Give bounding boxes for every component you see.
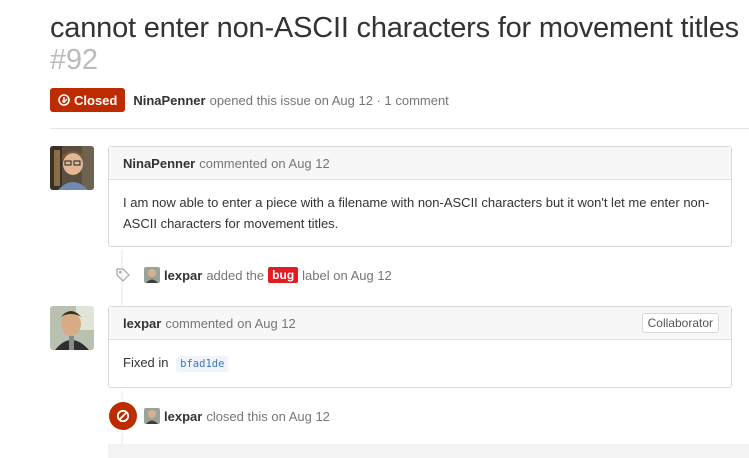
event-text: added the — [206, 267, 265, 283]
event-text: label on Aug 12 — [302, 267, 392, 283]
avatar[interactable] — [144, 267, 160, 283]
comment-header: NinaPenner commented on Aug 12 — [109, 147, 731, 180]
state-label: Closed — [74, 92, 118, 108]
comment-action: commented — [165, 315, 234, 331]
event-actor-link[interactable]: lexpar — [164, 409, 202, 424]
comment-action: commented — [199, 155, 268, 171]
timeline-event-closed: lexpar closed this on Aug 12 — [108, 402, 330, 430]
issue-title: cannot enter non-ASCII characters for mo… — [50, 12, 740, 76]
timeline-footer — [108, 444, 749, 458]
comment-date-link[interactable]: on Aug 12 — [237, 316, 296, 331]
issue-meta-text: opened this issue on Aug 12 · 1 comment — [209, 92, 449, 108]
comment-header: lexpar commented on Aug 12 Collaborator — [109, 307, 731, 340]
event-text: closed this on Aug 12 — [206, 408, 330, 424]
comment-body: Fixed in bfad1de — [109, 340, 731, 387]
bug-label[interactable]: bug — [268, 267, 299, 283]
issue-closed-icon — [58, 94, 70, 106]
comment: NinaPenner commented on Aug 12 I am now … — [108, 146, 732, 247]
avatar[interactable] — [50, 306, 94, 350]
comment-date-link[interactable]: on Aug 12 — [271, 156, 330, 171]
commit-link[interactable]: bfad1de — [176, 356, 229, 372]
comment-body: I am now able to enter a piece with a fi… — [123, 195, 710, 231]
header-divider — [50, 128, 749, 129]
state-badge: Closed — [50, 88, 126, 112]
comment-author-link[interactable]: lexpar — [123, 316, 161, 331]
issue-title-text: cannot enter non-ASCII characters for mo… — [50, 12, 739, 44]
timeline-event-labeled: lexpar added the bug label on Aug 12 — [108, 267, 392, 283]
event-actor-link[interactable]: lexpar — [164, 268, 202, 283]
closed-event-icon — [108, 402, 138, 430]
issue-author-link[interactable]: NinaPenner — [133, 93, 205, 108]
collaborator-badge: Collaborator — [641, 313, 719, 333]
issue-meta: Closed NinaPenner opened this issue on A… — [50, 88, 449, 112]
avatar[interactable] — [144, 408, 160, 424]
issue-number: #92 — [50, 44, 98, 76]
comment: lexpar commented on Aug 12 Collaborator … — [108, 306, 732, 388]
tag-icon — [108, 267, 138, 283]
comment-body-text: Fixed in — [123, 355, 169, 370]
avatar[interactable] — [50, 146, 94, 190]
comment-author-link[interactable]: NinaPenner — [123, 156, 195, 171]
